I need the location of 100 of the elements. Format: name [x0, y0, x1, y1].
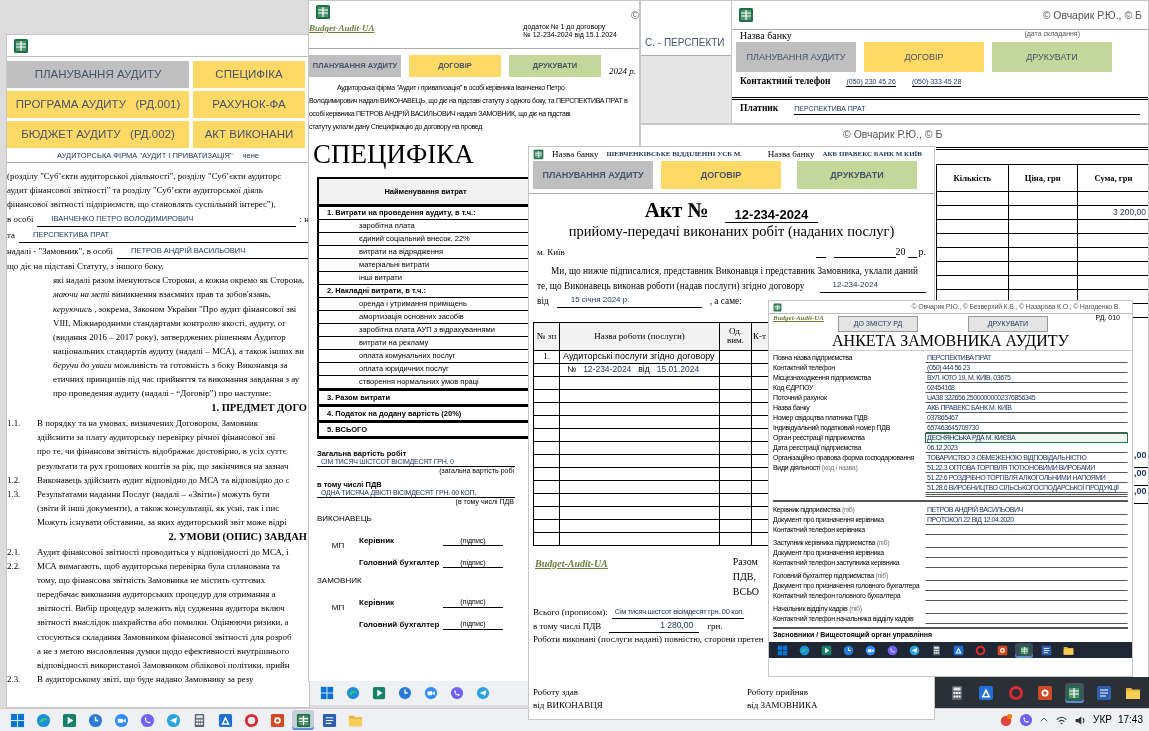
signoff-party: від ЗАМОВНИКА — [747, 698, 818, 712]
text-line: національних стандартів аудиту (надалі – МСА), а також інших ви — [53, 344, 305, 358]
presentation-icon — [1036, 684, 1053, 701]
triangle-app-icon — [952, 644, 964, 656]
column-header: Кількість — [936, 164, 1009, 192]
play-icon — [820, 644, 832, 656]
camera-icon — [113, 712, 129, 728]
text-line: В порядку та на умовах, визначених Договором, Замовник — [37, 417, 259, 431]
copyright-text: © — [630, 9, 639, 23]
language-indicator[interactable]: УКР — [1093, 714, 1112, 726]
text-line: а не з метою висловлення думки щодо ефективності внутрішнього — [37, 644, 291, 658]
nav-button[interactable]: ДОГОВІР — [864, 42, 984, 72]
nav-button[interactable]: ДРУКУВАТИ — [797, 161, 917, 189]
document-icon — [1095, 684, 1112, 701]
field-value: 12-234-2024 — [820, 277, 926, 293]
table-cell: ,00 — [1134, 450, 1148, 468]
nav-button[interactable]: ДРУКУВАТИ — [992, 42, 1112, 72]
camera-icon — [424, 686, 438, 700]
nav-button[interactable]: ПЛАНУВАННЯ АУДИТУ — [736, 42, 856, 72]
clause-number: 2.3. — [7, 672, 22, 686]
table-cell: Аудиторські послуги згідно договору — [559, 350, 720, 364]
clause-number: 2.1. — [7, 545, 22, 559]
document-title: СПЕЦИФІКА — [313, 138, 474, 169]
field-value: 1 280,00 — [609, 618, 700, 633]
logo-text: Budget-Audit-UA — [535, 557, 608, 571]
text-line: керуючись , зокрема, Законом України "Про аудит фінансової зві — [53, 302, 298, 316]
camera-icon — [864, 644, 876, 656]
text-line: маючи на меті виникнення взаємних прав та зобов'язань, — [53, 288, 273, 302]
document-title: АНКЕТА ЗАМОВНИКА АУДИТУ — [769, 332, 1132, 351]
chevron-up-icon — [1039, 715, 1050, 725]
phone-icon — [139, 712, 155, 728]
copyright-text: © Овчарик Р.Ю., © Б — [842, 127, 944, 142]
role-label: Головний бухгалтер — [359, 619, 441, 630]
phone-icon — [1019, 713, 1034, 727]
field-label: Назва банку — [552, 148, 599, 160]
text-fragment: : н — [299, 213, 309, 227]
folder-icon — [1062, 644, 1074, 656]
window-text: С. - ПЕРСПЕКТИ — [641, 1, 731, 56]
clock-text[interactable]: 17:43 — [1117, 714, 1143, 726]
play-icon — [61, 712, 77, 728]
column-header: Ціна, грн — [1008, 164, 1078, 192]
spreadsheet-icon — [738, 7, 754, 23]
presentation-icon — [996, 644, 1008, 656]
nav-button[interactable]: ПРОГРАМА АУДИТУ (РД.001) — [7, 91, 189, 118]
city-text: м. Київ — [537, 246, 565, 258]
taskbar-button[interactable] — [1064, 682, 1085, 703]
document-icon — [1040, 644, 1052, 656]
table-cell: ,00 — [1134, 468, 1148, 486]
field-label: Назва банку — [740, 30, 792, 42]
play-icon — [372, 686, 386, 700]
text-line: звітності внаслідок шахрайства або помилки. Оцінюючи ризики, а — [37, 616, 290, 630]
unit-label: грн. — [707, 619, 723, 633]
table-cell: 1. — [533, 350, 560, 364]
paper-plane-icon — [476, 686, 490, 700]
swirl-icon — [346, 686, 360, 700]
text-line: що діє на підставі Статуту, з іншого боку, — [7, 260, 165, 274]
clock-icon — [87, 712, 103, 728]
clause-number: 2.2. — [7, 560, 22, 574]
text-line: відповідності використаної Замовником облікової політики, прийн — [37, 658, 291, 672]
text-line: беручи до уваги можливість та готовність з боку Виконавця за — [53, 358, 289, 372]
text-line: аудит фінансової звітності" та розділу "Суб’єкти аудиторської діяль — [7, 184, 264, 198]
ring-icon — [1007, 684, 1024, 701]
role-label: Керівник — [359, 597, 396, 608]
text-line: здійснити за плату аудиторську перевірку річної фінансової зві — [37, 431, 277, 445]
text-line: про те, чи фінансова звітність відображає достовірно, в усіх суттє — [37, 445, 288, 459]
nav-button[interactable]: ПЛАНУВАННЯ АУДИТУ — [7, 61, 189, 88]
field-label: Платник — [740, 103, 779, 115]
start-icon — [776, 644, 788, 656]
text-line: Роботи виконані (послуги надані) повністю, сторони претен — [533, 632, 764, 646]
date-text: р. — [918, 245, 926, 258]
text-line: результати та рух грошових коштів за рік, що закінчився на зазнач — [37, 459, 289, 473]
section-heading: 1. ПРЕДМЕТ ДОГО — [210, 401, 308, 416]
paper-plane-icon — [908, 644, 920, 656]
nav-button[interactable]: БЮДЖЕТ АУДИТУ (РД.002) — [7, 121, 189, 148]
nav-button[interactable]: РАХУНОК-ФА — [193, 91, 305, 118]
field-label: в особі — [7, 213, 34, 227]
nav-button[interactable]: СПЕЦИФІКА — [193, 61, 305, 88]
nav-button[interactable]: ДОГОВІР — [661, 161, 781, 189]
text-line: МСА вимагають, щоб аудиторська перевірка була спланована та — [37, 560, 281, 574]
document-title: Акт № — [644, 198, 709, 224]
text-line: Аудит фінансової звітності проводиться у відповідності до МСА, і — [37, 545, 289, 559]
signoff-title: Роботу здав — [533, 685, 580, 699]
document-subtitle: прийому-передачі виконаних робіт (наданих послуг) — [567, 223, 896, 241]
clock-icon — [398, 686, 412, 700]
spreadsheet-icon — [1066, 684, 1083, 701]
nav-button[interactable]: ПЛАНУВАННЯ АУДИТУ — [533, 161, 653, 189]
text-line: про проведення аудиту (надалі - “Договір”) про наступне: — [53, 387, 273, 401]
total-label: ПДВ, — [732, 569, 757, 584]
text-line: VIII, Міжнародними стандартами контролю якості, аудиту, ог — [53, 316, 287, 330]
taskbar-button[interactable] — [292, 710, 314, 730]
phone-icon — [886, 644, 898, 656]
taskbar-button[interactable] — [1015, 642, 1033, 658]
ring-icon — [974, 644, 986, 656]
column-header: Од. вим. — [719, 322, 752, 351]
party-label: ЗАМОВНИК — [317, 575, 363, 586]
phone-icon — [450, 686, 464, 700]
text-line: , а саме: — [709, 294, 742, 308]
text-line: Ми, що нижче підписалися, представник Виконавця і представник Замовника, уклали даний — [550, 264, 919, 278]
nav-button[interactable]: АКТ ВИКОНАНИ — [193, 121, 305, 148]
swirl-icon — [35, 712, 51, 728]
